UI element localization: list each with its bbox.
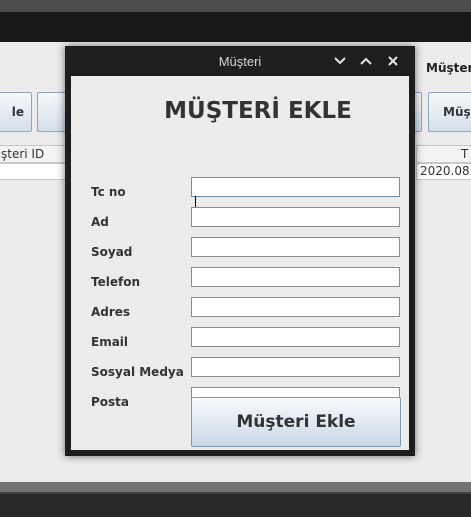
desktop-top-strip xyxy=(0,0,471,12)
ad-label: Ad xyxy=(91,215,109,229)
maximize-button[interactable] xyxy=(357,52,375,70)
form-heading: MÜŞTERİ EKLE xyxy=(164,98,352,124)
table-header-customer-id-label: şteri ID xyxy=(1,147,45,161)
background-window-bottom-edge xyxy=(0,482,471,492)
table-header-date-label: T xyxy=(461,147,469,161)
close-icon xyxy=(388,56,398,66)
table-cell-date-value: 2020.08.2 xyxy=(420,164,471,178)
background-right-button-label: Müş xyxy=(443,105,471,119)
background-window-titlebar xyxy=(0,12,471,42)
taskbar xyxy=(0,492,471,517)
customer-dialog: Müşteri MÜŞTERİ EKLE Tc no Ad Soyad Tele… xyxy=(65,46,415,456)
email-input[interactable] xyxy=(191,327,400,347)
sosyal-medya-input[interactable] xyxy=(191,357,400,377)
close-button[interactable] xyxy=(384,52,402,70)
chevron-down-icon xyxy=(334,57,346,65)
background-left-button-label: le xyxy=(11,105,24,119)
table-header-date[interactable]: T xyxy=(416,145,471,163)
soyad-input[interactable] xyxy=(191,237,400,257)
tc-no-input[interactable] xyxy=(191,177,400,197)
email-label: Email xyxy=(91,335,129,349)
table-cell-left[interactable] xyxy=(0,163,66,180)
dialog-content: MÜŞTERİ EKLE Tc no Ad Soyad Telefon Adre… xyxy=(71,76,409,450)
chevron-up-icon xyxy=(360,57,372,65)
dialog-title: Müşteri xyxy=(218,53,262,69)
sosyal-medya-label: Sosyal Medya xyxy=(91,365,184,379)
soyad-label: Soyad xyxy=(91,245,133,259)
ad-input[interactable] xyxy=(191,207,400,227)
table-header-customer-id[interactable]: şteri ID xyxy=(0,145,66,163)
background-right-label: Müşteri xyxy=(426,61,471,75)
background-right-button-2[interactable]: Müş xyxy=(428,92,471,132)
posta-label: Posta xyxy=(91,395,130,409)
tc-no-label: Tc no xyxy=(91,185,126,199)
adres-label: Adres xyxy=(91,305,131,319)
minimize-button[interactable] xyxy=(331,52,349,70)
add-customer-button[interactable]: Müşteri Ekle xyxy=(191,397,401,447)
adres-input[interactable] xyxy=(191,297,400,317)
table-cell-date[interactable]: 2020.08.2 xyxy=(416,163,471,180)
telefon-label: Telefon xyxy=(91,275,140,289)
telefon-input[interactable] xyxy=(191,267,400,287)
background-left-button[interactable]: le xyxy=(0,92,32,132)
